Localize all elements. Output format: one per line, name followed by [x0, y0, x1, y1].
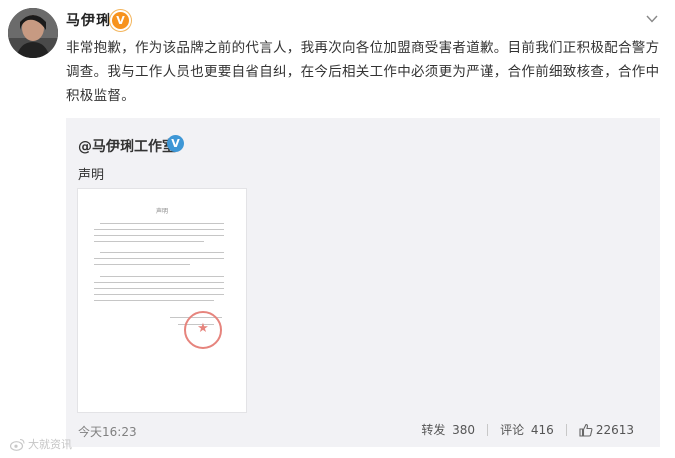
doc-line: [94, 300, 214, 302]
avatar[interactable]: [8, 8, 58, 58]
doc-line: [94, 264, 190, 266]
doc-line: [94, 235, 224, 237]
repost-badge-label: V: [171, 137, 180, 150]
doc-line: [100, 276, 224, 278]
official-seal-icon: ★: [184, 311, 222, 349]
repost-author[interactable]: @马伊琍工作室: [78, 136, 176, 156]
doc-line: [94, 294, 224, 296]
doc-line: [94, 288, 224, 290]
verified-blue-badge-icon: V: [167, 135, 184, 152]
thumbs-up-icon: [579, 423, 593, 437]
doc-line: [100, 223, 224, 225]
document-title: 声明: [155, 208, 168, 215]
like-count: 22613: [595, 422, 634, 437]
repost-button[interactable]: 转发 380: [421, 421, 475, 438]
stamp-star: ★: [197, 321, 209, 336]
watermark-text: 大就资讯: [28, 438, 72, 451]
repost-card: @马伊琍工作室 V 声明 声明 ★ 今天16:23 转发 380 评论 416: [66, 118, 660, 447]
watermark: 大就资讯: [10, 436, 72, 452]
repost-count: 380: [452, 423, 476, 437]
post-username[interactable]: 马伊琍: [66, 10, 111, 30]
action-bar: 转发 380 评论 416 22613: [421, 421, 634, 438]
action-divider: [487, 423, 489, 436]
doc-line: [94, 258, 224, 260]
like-button[interactable]: 22613: [579, 423, 634, 437]
repost-text: 声明: [78, 168, 105, 183]
comment-button[interactable]: 评论 416: [500, 421, 554, 438]
doc-line: [94, 229, 224, 231]
comment-count: 416: [530, 423, 554, 437]
statement-document-image[interactable]: 声明 ★: [78, 189, 246, 412]
weibo-logo-icon: [10, 438, 25, 451]
repost-label: 转发: [421, 423, 446, 437]
verified-badge-label: V: [116, 14, 125, 27]
post-timestamp[interactable]: 今天16:23: [78, 423, 137, 440]
action-divider: [565, 423, 567, 436]
verified-badge-icon: V: [110, 10, 131, 31]
avatar-image: [8, 8, 58, 58]
comment-label: 评论: [500, 423, 525, 437]
post-text: 非常抱歉，作为该品牌之前的代言人，我再次向各位加盟商受害者道歉。目前我们正积极配…: [66, 40, 660, 104]
chevron-down-icon[interactable]: [645, 12, 659, 26]
doc-line: [100, 252, 224, 254]
doc-line: [94, 282, 224, 284]
doc-line: [94, 241, 204, 243]
